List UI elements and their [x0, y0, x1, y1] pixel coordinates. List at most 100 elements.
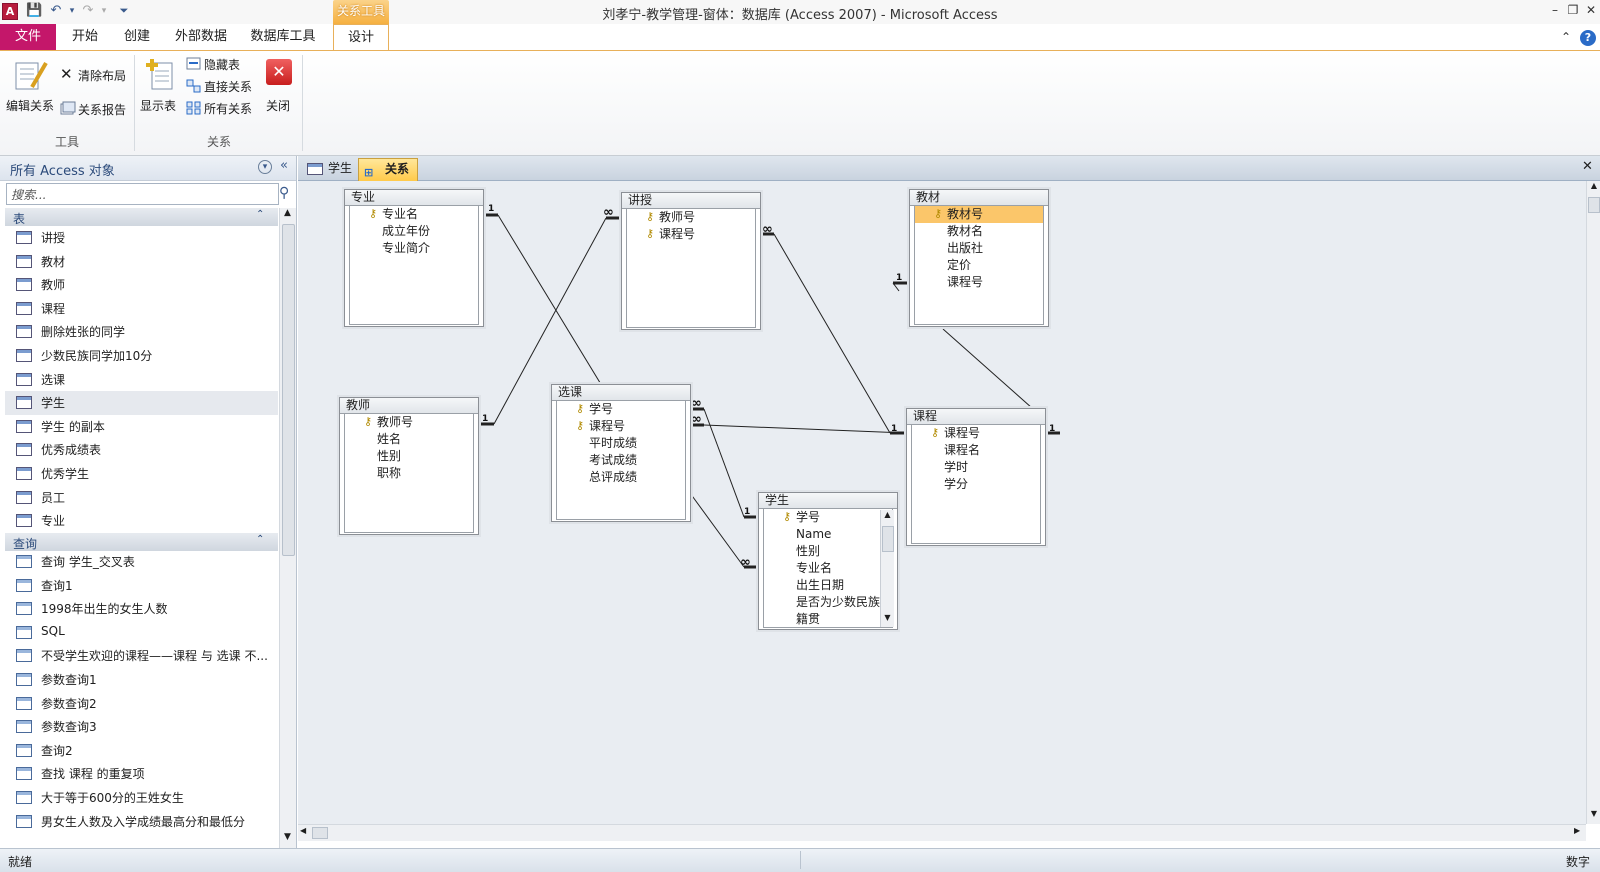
- collapse-category-icon[interactable]: ⌃: [256, 534, 264, 545]
- nav-scrollbar[interactable]: ▲ ▼: [279, 208, 296, 848]
- scroll-left-icon[interactable]: ◀: [300, 826, 306, 835]
- field-row[interactable]: 专业名: [764, 560, 892, 577]
- relationships-canvas[interactable]: 1 ∞ 1 ∞ 1 1 1 ∞ 1 ∞ ∞ 专业 ⚷ 专业名 成立年份 专业简介 讲授 ⚷ 教师号 ⚷ 课程号 …: [298, 181, 1586, 824]
- tab-create[interactable]: 创建: [114, 24, 160, 50]
- scroll-down-icon[interactable]: ▼: [1587, 809, 1600, 818]
- doc-tab-student[interactable]: 学生: [302, 158, 360, 180]
- field-row[interactable]: 课程号: [915, 274, 1043, 291]
- table-item[interactable]: 删除姓张的同学: [5, 320, 278, 344]
- field-row[interactable]: ⚷ 课程号: [627, 226, 755, 243]
- field-row[interactable]: 性别: [345, 448, 473, 465]
- relationship-line[interactable]: [497, 214, 617, 410]
- close-document-icon[interactable]: ✕: [1582, 159, 1593, 174]
- queries-category-header[interactable]: 查询 ⌃: [5, 533, 278, 551]
- table-kecheng[interactable]: 课程 ⚷ 课程号 课程名 学时 学分: [906, 408, 1046, 546]
- field-row[interactable]: 教材名: [915, 223, 1043, 240]
- close-window-icon[interactable]: ✕: [1582, 2, 1600, 18]
- field-row[interactable]: 是否为少数民族: [764, 594, 892, 611]
- query-item[interactable]: 参数查询1: [5, 668, 278, 692]
- query-item[interactable]: 参数查询3: [5, 715, 278, 739]
- close-relationships-button[interactable]: ✕ 关闭: [266, 59, 296, 115]
- table-item[interactable]: 学生 的副本: [5, 415, 278, 439]
- canvas-vertical-scrollbar[interactable]: ▲ ▼: [1586, 181, 1600, 824]
- field-row[interactable]: 学时: [912, 459, 1040, 476]
- table-item[interactable]: 选课: [5, 368, 278, 392]
- hide-table-button[interactable]: 隐藏表: [186, 55, 262, 73]
- relationship-report-button[interactable]: 关系报告: [60, 99, 136, 119]
- field-row[interactable]: 考试成绩: [557, 452, 685, 469]
- table-xuesheng[interactable]: 学生 ⚷ 学号 Name 性别 专业名 出生日期 是否为少数民族 籍贯 ▲ ▼: [758, 492, 898, 630]
- field-row[interactable]: 专业简介: [350, 240, 478, 257]
- field-row[interactable]: 出生日期: [764, 577, 892, 594]
- scroll-right-icon[interactable]: ▶: [1574, 826, 1580, 835]
- query-item[interactable]: 男女生人数及入学成绩最高分和最低分: [5, 810, 278, 834]
- field-row[interactable]: ⚷ 学号: [557, 401, 685, 418]
- query-item[interactable]: 查找 课程 的重复项: [5, 762, 278, 786]
- scroll-thumb[interactable]: [282, 224, 295, 556]
- relationship-line[interactable]: [773, 233, 891, 434]
- table-item[interactable]: 课程: [5, 297, 278, 321]
- field-row[interactable]: 性别: [764, 543, 892, 560]
- query-item[interactable]: 不受学生欢迎的课程——课程 与 选课 不...: [5, 644, 278, 668]
- field-row[interactable]: 成立年份: [350, 223, 478, 240]
- scroll-down-icon[interactable]: ▼: [281, 832, 294, 846]
- search-icon[interactable]: ⚲: [279, 185, 289, 201]
- relationship-line[interactable]: [942, 328, 1033, 409]
- table-item[interactable]: 优秀学生: [5, 462, 278, 486]
- tab-design[interactable]: 设计: [333, 24, 389, 51]
- table-item[interactable]: 教材: [5, 250, 278, 274]
- query-item[interactable]: 查询2: [5, 739, 278, 763]
- field-row[interactable]: 平时成绩: [557, 435, 685, 452]
- clear-layout-button[interactable]: ✕ 清除布局: [60, 65, 136, 85]
- edit-relationships-button[interactable]: 编辑关系: [6, 57, 56, 113]
- minimize-icon[interactable]: –: [1546, 2, 1564, 18]
- show-table-button[interactable]: 显示表: [140, 57, 180, 113]
- table-item[interactable]: 讲授: [5, 226, 278, 250]
- table-jiaocai[interactable]: 教材 ⚷ 教材号 教材名 出版社 定价 课程号: [909, 189, 1049, 327]
- tab-file[interactable]: 文件: [0, 24, 56, 50]
- scroll-up-icon[interactable]: ▲: [281, 208, 294, 222]
- field-row[interactable]: 姓名: [345, 431, 473, 448]
- tab-home[interactable]: 开始: [62, 24, 108, 50]
- minimize-ribbon-icon[interactable]: ⌃: [1561, 30, 1571, 44]
- table-item[interactable]: 少数民族同学加10分: [5, 344, 278, 368]
- query-item[interactable]: 1998年出生的女生人数: [5, 597, 278, 621]
- table-item[interactable]: 优秀成绩表: [5, 438, 278, 462]
- field-row[interactable]: ⚷ 学号: [764, 509, 892, 526]
- table-item[interactable]: 学生: [5, 391, 278, 416]
- field-row[interactable]: ⚷ 课程号: [912, 425, 1040, 442]
- direct-relationships-button[interactable]: 直接关系: [186, 77, 262, 95]
- tab-external-data[interactable]: 外部数据: [166, 24, 236, 50]
- relationship-line[interactable]: [689, 492, 745, 568]
- canvas-horizontal-scrollbar[interactable]: ◀ ▶: [298, 824, 1586, 841]
- scroll-down-icon[interactable]: ▼: [881, 613, 894, 622]
- field-row[interactable]: ⚷ 专业名: [350, 206, 478, 223]
- field-row[interactable]: Name: [764, 526, 892, 543]
- table-item[interactable]: 专业: [5, 509, 278, 533]
- nav-menu-dropdown-icon[interactable]: ▾: [258, 160, 272, 174]
- field-row[interactable]: 总评成绩: [557, 469, 685, 486]
- scroll-thumb[interactable]: [312, 827, 328, 839]
- restore-icon[interactable]: ❐: [1564, 2, 1582, 18]
- collapse-pane-icon[interactable]: «: [280, 158, 288, 173]
- field-row[interactable]: ⚷ 课程号: [557, 418, 685, 435]
- table-jiangshou[interactable]: 讲授 ⚷ 教师号 ⚷ 课程号: [621, 192, 761, 330]
- all-relationships-button[interactable]: 所有关系: [186, 99, 262, 117]
- scroll-thumb[interactable]: [882, 526, 894, 552]
- field-row[interactable]: ⚷ 教师号: [627, 209, 755, 226]
- query-item[interactable]: 大于等于600分的王姓女生: [5, 786, 278, 810]
- query-item[interactable]: 参数查询2: [5, 692, 278, 716]
- scroll-up-icon[interactable]: ▲: [1587, 181, 1600, 190]
- table-item[interactable]: 员工: [5, 486, 278, 510]
- help-icon[interactable]: ?: [1580, 30, 1596, 46]
- table-jiaoshi[interactable]: 教师 ⚷ 教师号 姓名 性别 职称: [339, 397, 479, 535]
- field-row[interactable]: ⚷ 教师号: [345, 414, 473, 431]
- field-row[interactable]: 定价: [915, 257, 1043, 274]
- field-row[interactable]: 出版社: [915, 240, 1043, 257]
- query-item[interactable]: 查询 学生_交叉表: [5, 550, 278, 574]
- tables-category-header[interactable]: 表 ⌃: [5, 208, 278, 226]
- doc-tab-relationships[interactable]: ⊞ 关系: [358, 158, 418, 181]
- table-item[interactable]: 教师: [5, 273, 278, 297]
- table-zhuanye[interactable]: 专业 ⚷ 专业名 成立年份 专业简介: [344, 189, 484, 327]
- table-xuanke[interactable]: 选课 ⚷ 学号 ⚷ 课程号 平时成绩 考试成绩 总评成绩: [551, 384, 691, 522]
